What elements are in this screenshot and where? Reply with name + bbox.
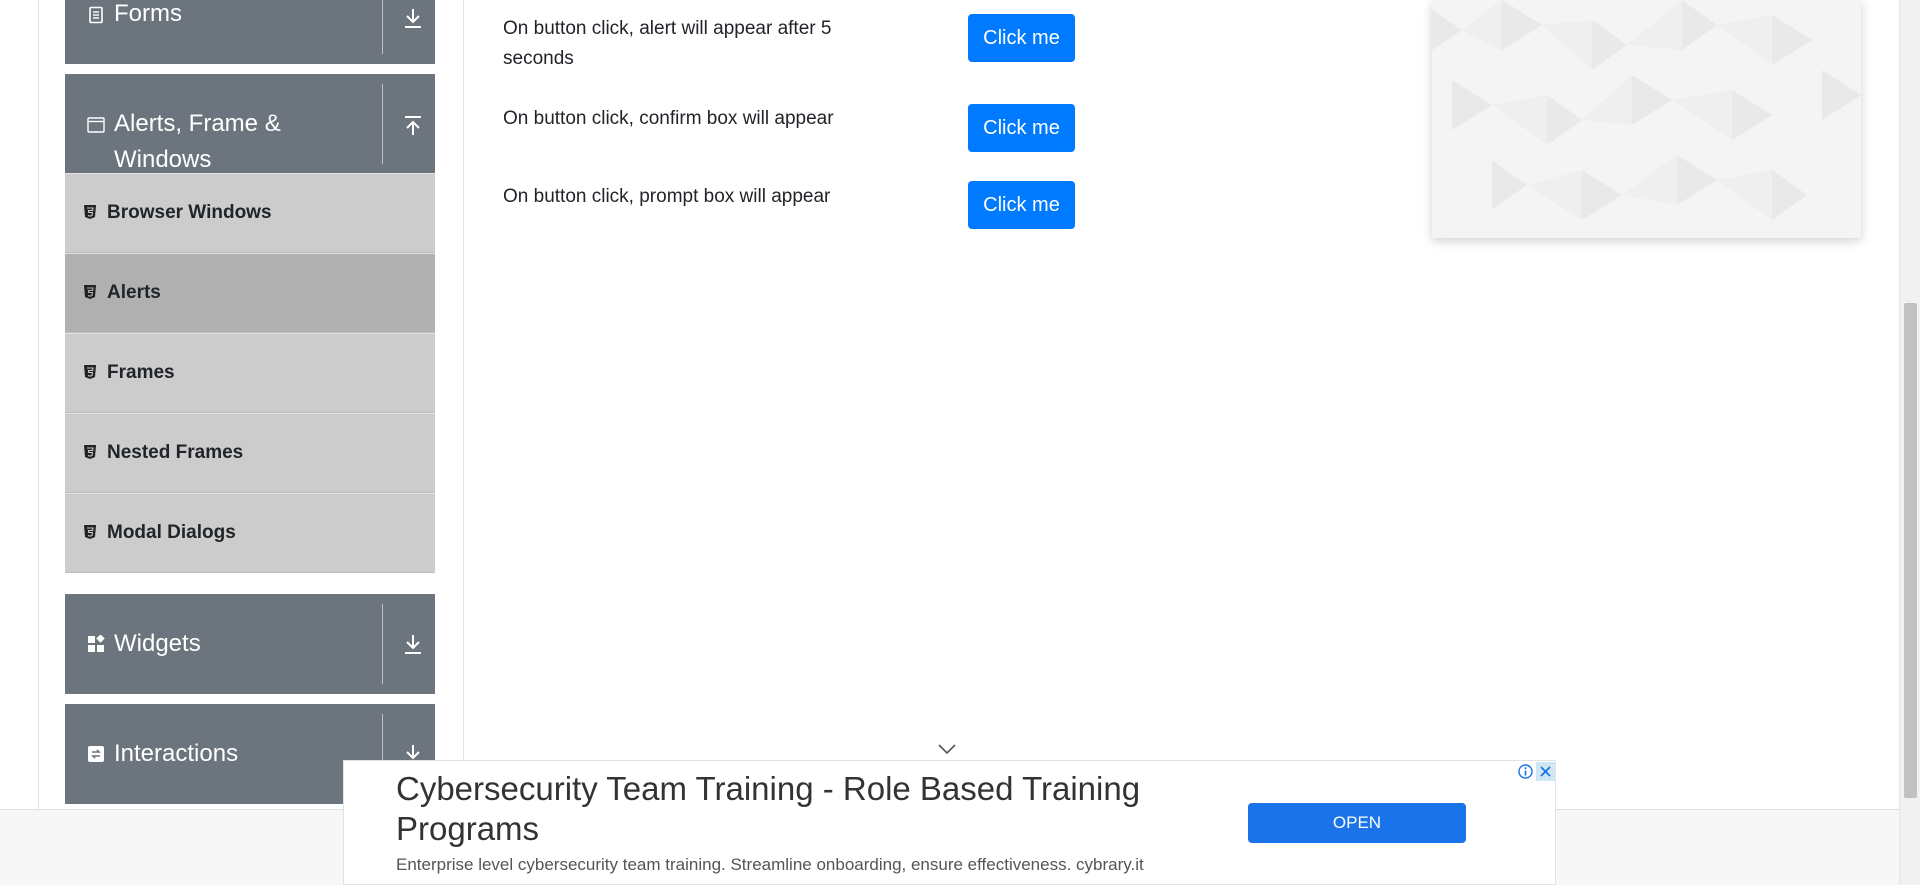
document-icon — [89, 6, 103, 24]
prompt-button[interactable]: Click me — [968, 181, 1075, 229]
sidebar-group-label: Interactions — [114, 740, 239, 767]
ad-description: Enterprise level cybersecurity team trai… — [396, 855, 1144, 874]
sidebar-item-modal-dialogs[interactable]: Modal Dialogs — [65, 493, 435, 573]
page-scrollbar[interactable] — [1899, 0, 1920, 885]
row-description: On button click, confirm box will appear — [503, 108, 834, 129]
scrollbar-thumb[interactable] — [1904, 303, 1917, 798]
interactions-icon — [88, 746, 104, 762]
close-icon[interactable] — [1536, 762, 1555, 781]
sidebar-group-forms[interactable]: Forms — [65, 0, 435, 64]
row-description-line2: seconds — [503, 48, 574, 69]
bottom-advertisement[interactable]: Cybersecurity Team Training - Role Based… — [343, 760, 1556, 885]
sidebar-item-label: Nested Frames — [107, 442, 244, 463]
sidebar-item-label: Modal Dialogs — [107, 522, 236, 543]
sidebar-group-label: Forms — [114, 0, 182, 27]
row-description-line1: On button click, alert will appear after… — [503, 18, 832, 39]
sidebar-group-alerts-frame-windows[interactable]: Alerts, Frame & Windows — [65, 74, 435, 174]
ad-banner-image — [1432, 0, 1861, 238]
download-arrow-icon[interactable] — [400, 5, 426, 31]
confirm-button[interactable]: Click me — [968, 104, 1075, 152]
row-description: On button click, alert will appear after… — [503, 14, 883, 74]
header-separator — [382, 604, 383, 684]
timer-alert-button[interactable]: Click me — [968, 14, 1075, 62]
html5-icon — [84, 205, 96, 219]
sidebar-item-label: Frames — [107, 362, 175, 383]
upload-arrow-icon[interactable] — [400, 113, 426, 139]
sidebar-item-nested-frames[interactable]: Nested Frames — [65, 413, 435, 493]
triangle-pattern-background — [1432, 0, 1861, 220]
sidebar-item-label: Alerts — [107, 282, 161, 303]
widgets-icon — [88, 635, 105, 652]
sidebar-group-label-line1: Alerts, Frame & — [114, 110, 281, 137]
info-icon[interactable] — [1516, 762, 1535, 781]
sidebar-group-widgets[interactable]: Widgets — [65, 594, 435, 694]
ad-title[interactable]: Cybersecurity Team Training - Role Based… — [396, 769, 1216, 849]
sidebar-item-browser-windows[interactable]: Browser Windows — [65, 173, 435, 253]
header-separator — [382, 0, 383, 54]
sidebar-item-label: Browser Windows — [107, 202, 272, 223]
sidebar-item-frames[interactable]: Frames — [65, 333, 435, 413]
html5-icon — [84, 285, 96, 299]
html5-icon — [84, 365, 96, 379]
sidebar-submenu: Browser Windows Alerts Frames Nested Fra… — [65, 173, 435, 573]
sidebar-item-alerts[interactable]: Alerts — [65, 253, 435, 333]
row-description: On button click, prompt box will appear — [503, 186, 831, 207]
html5-icon — [84, 445, 96, 459]
window-icon — [87, 117, 105, 133]
html5-icon — [84, 525, 96, 539]
download-arrow-icon[interactable] — [400, 631, 426, 657]
chevron-down-icon[interactable] — [936, 742, 958, 756]
sidebar-right-border — [463, 0, 464, 810]
sidebar-group-label: Widgets — [114, 630, 201, 657]
header-separator — [382, 84, 383, 164]
content-left-border — [38, 0, 39, 810]
ad-open-button[interactable]: OPEN — [1248, 803, 1466, 843]
